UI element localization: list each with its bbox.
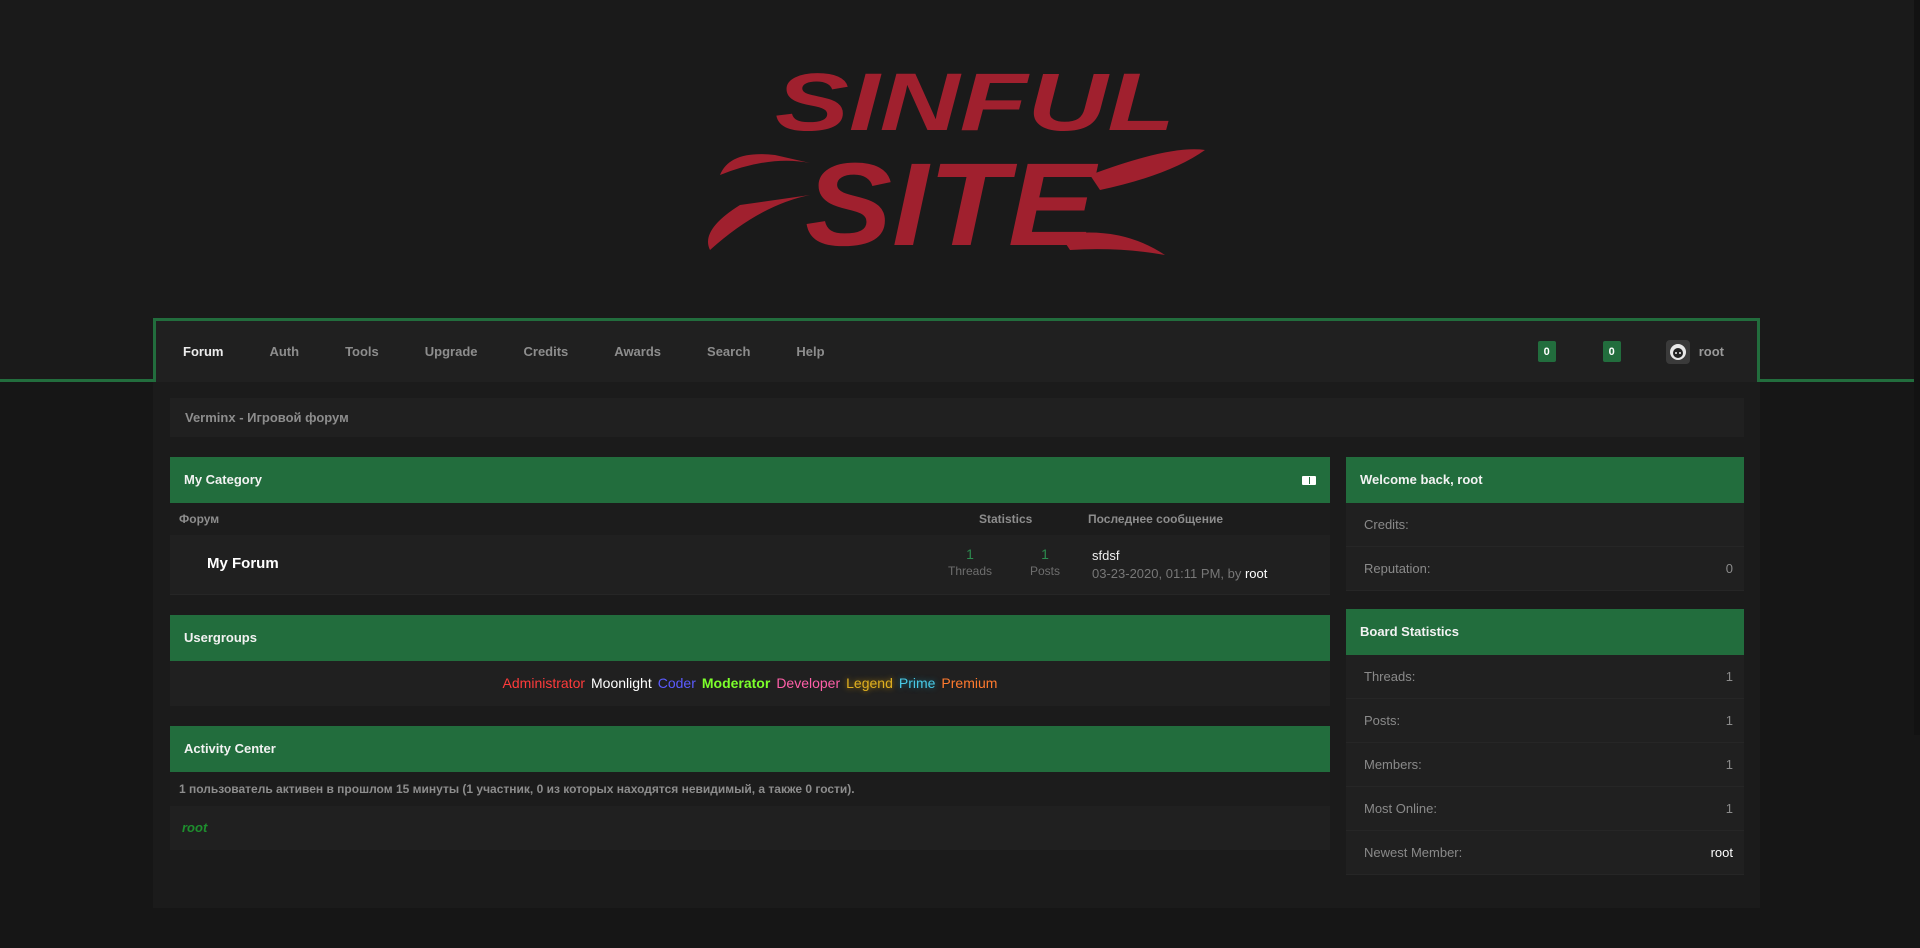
stat-label: Threads: [1364,669,1416,684]
stat-value: 1 [1725,669,1733,684]
last-post-meta: 03-23-2020, 01:11 PM, by root [1092,566,1267,581]
stat-value: 1 [1725,757,1733,772]
reputation-label: Reputation: [1364,561,1431,576]
forum-name[interactable]: My Forum [207,555,279,572]
stat-row-most-online: Most Online: 1 [1346,787,1744,831]
col-last-post: Последнее сообщение [1088,512,1223,526]
right-column: Welcome back, root Credits: Reputation: … [1346,457,1744,875]
nav-tools[interactable]: Tools [345,344,379,359]
col-forum: Форум [179,512,220,526]
usergroup-developer[interactable]: Developer [776,675,840,691]
stat-row-posts: Posts: 1 [1346,699,1744,743]
usergroups-list: Administrator Moonlight Coder Moderator Deve… [170,661,1330,706]
stat-row-newest-member: Newest Member: root [1346,831,1744,875]
stat-value: 1 [1725,713,1733,728]
usergroups-header: Usergroups [170,615,1330,661]
last-post-title[interactable]: sfdsf [1092,548,1119,563]
nav-username[interactable]: root [1699,344,1724,359]
stat-value: 1 [1725,801,1733,816]
usergroup-prime[interactable]: Prime [899,675,936,691]
activity-header: Activity Center [170,726,1330,772]
stat-row-threads: Threads: 1 [1346,655,1744,699]
online-user-link[interactable]: root [182,820,207,835]
posts-count: 1 [1041,546,1049,562]
logo-line1: SINFUL [775,57,1175,148]
avatar[interactable] [1665,339,1690,364]
nav-help[interactable]: Help [796,344,824,359]
usergroup-coder[interactable]: Coder [658,675,696,691]
category-title[interactable]: My Category [184,472,262,487]
activity-panel: Activity Center 1 пользователь активен в… [170,726,1330,850]
stat-label: Newest Member: [1364,845,1463,860]
hooded-user-icon [1669,343,1686,360]
threads-label: Threads [947,564,993,578]
threads-count: 1 [966,546,974,562]
usergroups-panel: Usergroups Administrator Moonlight Coder Mo… [170,615,1330,706]
last-post-author[interactable]: root [1245,566,1267,581]
nav-menu: Forum Auth Tools Upgrade Credits Awards … [183,344,871,359]
posts-stat: 1 Posts [1020,546,1070,578]
usergroup-legend[interactable]: Legend [846,675,893,691]
posts-label: Posts [1029,564,1060,578]
collapse-icon[interactable] [1302,476,1316,485]
page-scrollbar[interactable] [1914,0,1920,735]
usergroup-administrator[interactable]: Administrator [503,675,585,691]
last-post-date: 03-23-2020, 01:11 PM, by [1092,566,1245,581]
newest-member-link[interactable]: root [1711,845,1733,860]
usergroup-premium[interactable]: Premium [941,675,997,691]
header-accent-line-right [1760,379,1920,382]
stat-label: Members: [1364,757,1422,772]
nav-auth[interactable]: Auth [269,344,299,359]
stat-label: Most Online: [1364,801,1437,816]
forum-row: My Forum 1 Threads 1 Posts sfdsf 03-23-2… [170,535,1330,595]
notification-badge[interactable]: 0 [1537,341,1556,362]
welcome-panel: Welcome back, root Credits: Reputation: … [1346,457,1744,591]
logo-line2: SITE [805,139,1099,265]
nav-search[interactable]: Search [707,344,750,359]
nav-forum[interactable]: Forum [183,344,223,359]
reputation-value: 0 [1725,561,1733,576]
credits-row: Credits: [1346,503,1744,547]
stat-row-members: Members: 1 [1346,743,1744,787]
activity-info: 1 пользователь активен в прошлом 15 мину… [170,772,1330,806]
nav-awards[interactable]: Awards [614,344,661,359]
threads-stat: 1 Threads [945,546,995,578]
category-panel: My Category Форум Statistics Последнее с… [170,457,1330,595]
main-container: Forum Auth Tools Upgrade Credits Awards … [153,318,1760,908]
credits-label: Credits: [1364,517,1409,532]
usergroup-moderator[interactable]: Moderator [702,675,770,691]
nav-credits[interactable]: Credits [524,344,569,359]
top-navbar: Forum Auth Tools Upgrade Credits Awards … [153,318,1760,382]
nav-upgrade[interactable]: Upgrade [425,344,478,359]
category-columns: Форум Statistics Последнее сообщение [170,503,1330,535]
usergroup-moonlight[interactable]: Moonlight [591,675,652,691]
nav-user-area: 0 0 root [1537,321,1724,382]
board-stats-panel: Board Statistics Threads: 1 Posts: 1 Mem… [1346,609,1744,875]
activity-user: root [170,806,1330,850]
left-column: My Category Форум Statistics Последнее с… [170,457,1330,850]
site-logo[interactable]: SINFUL SITE [700,55,1220,265]
breadcrumb[interactable]: Verminx - Игровой форум [170,398,1744,437]
stat-label: Posts: [1364,713,1401,728]
category-header[interactable]: My Category [170,457,1330,503]
message-badge[interactable]: 0 [1602,341,1621,362]
welcome-header: Welcome back, root [1346,457,1744,503]
col-statistics: Statistics [979,512,1033,526]
header-accent-line-left [0,379,155,382]
board-stats-header: Board Statistics [1346,609,1744,655]
reputation-row: Reputation: 0 [1346,547,1744,591]
